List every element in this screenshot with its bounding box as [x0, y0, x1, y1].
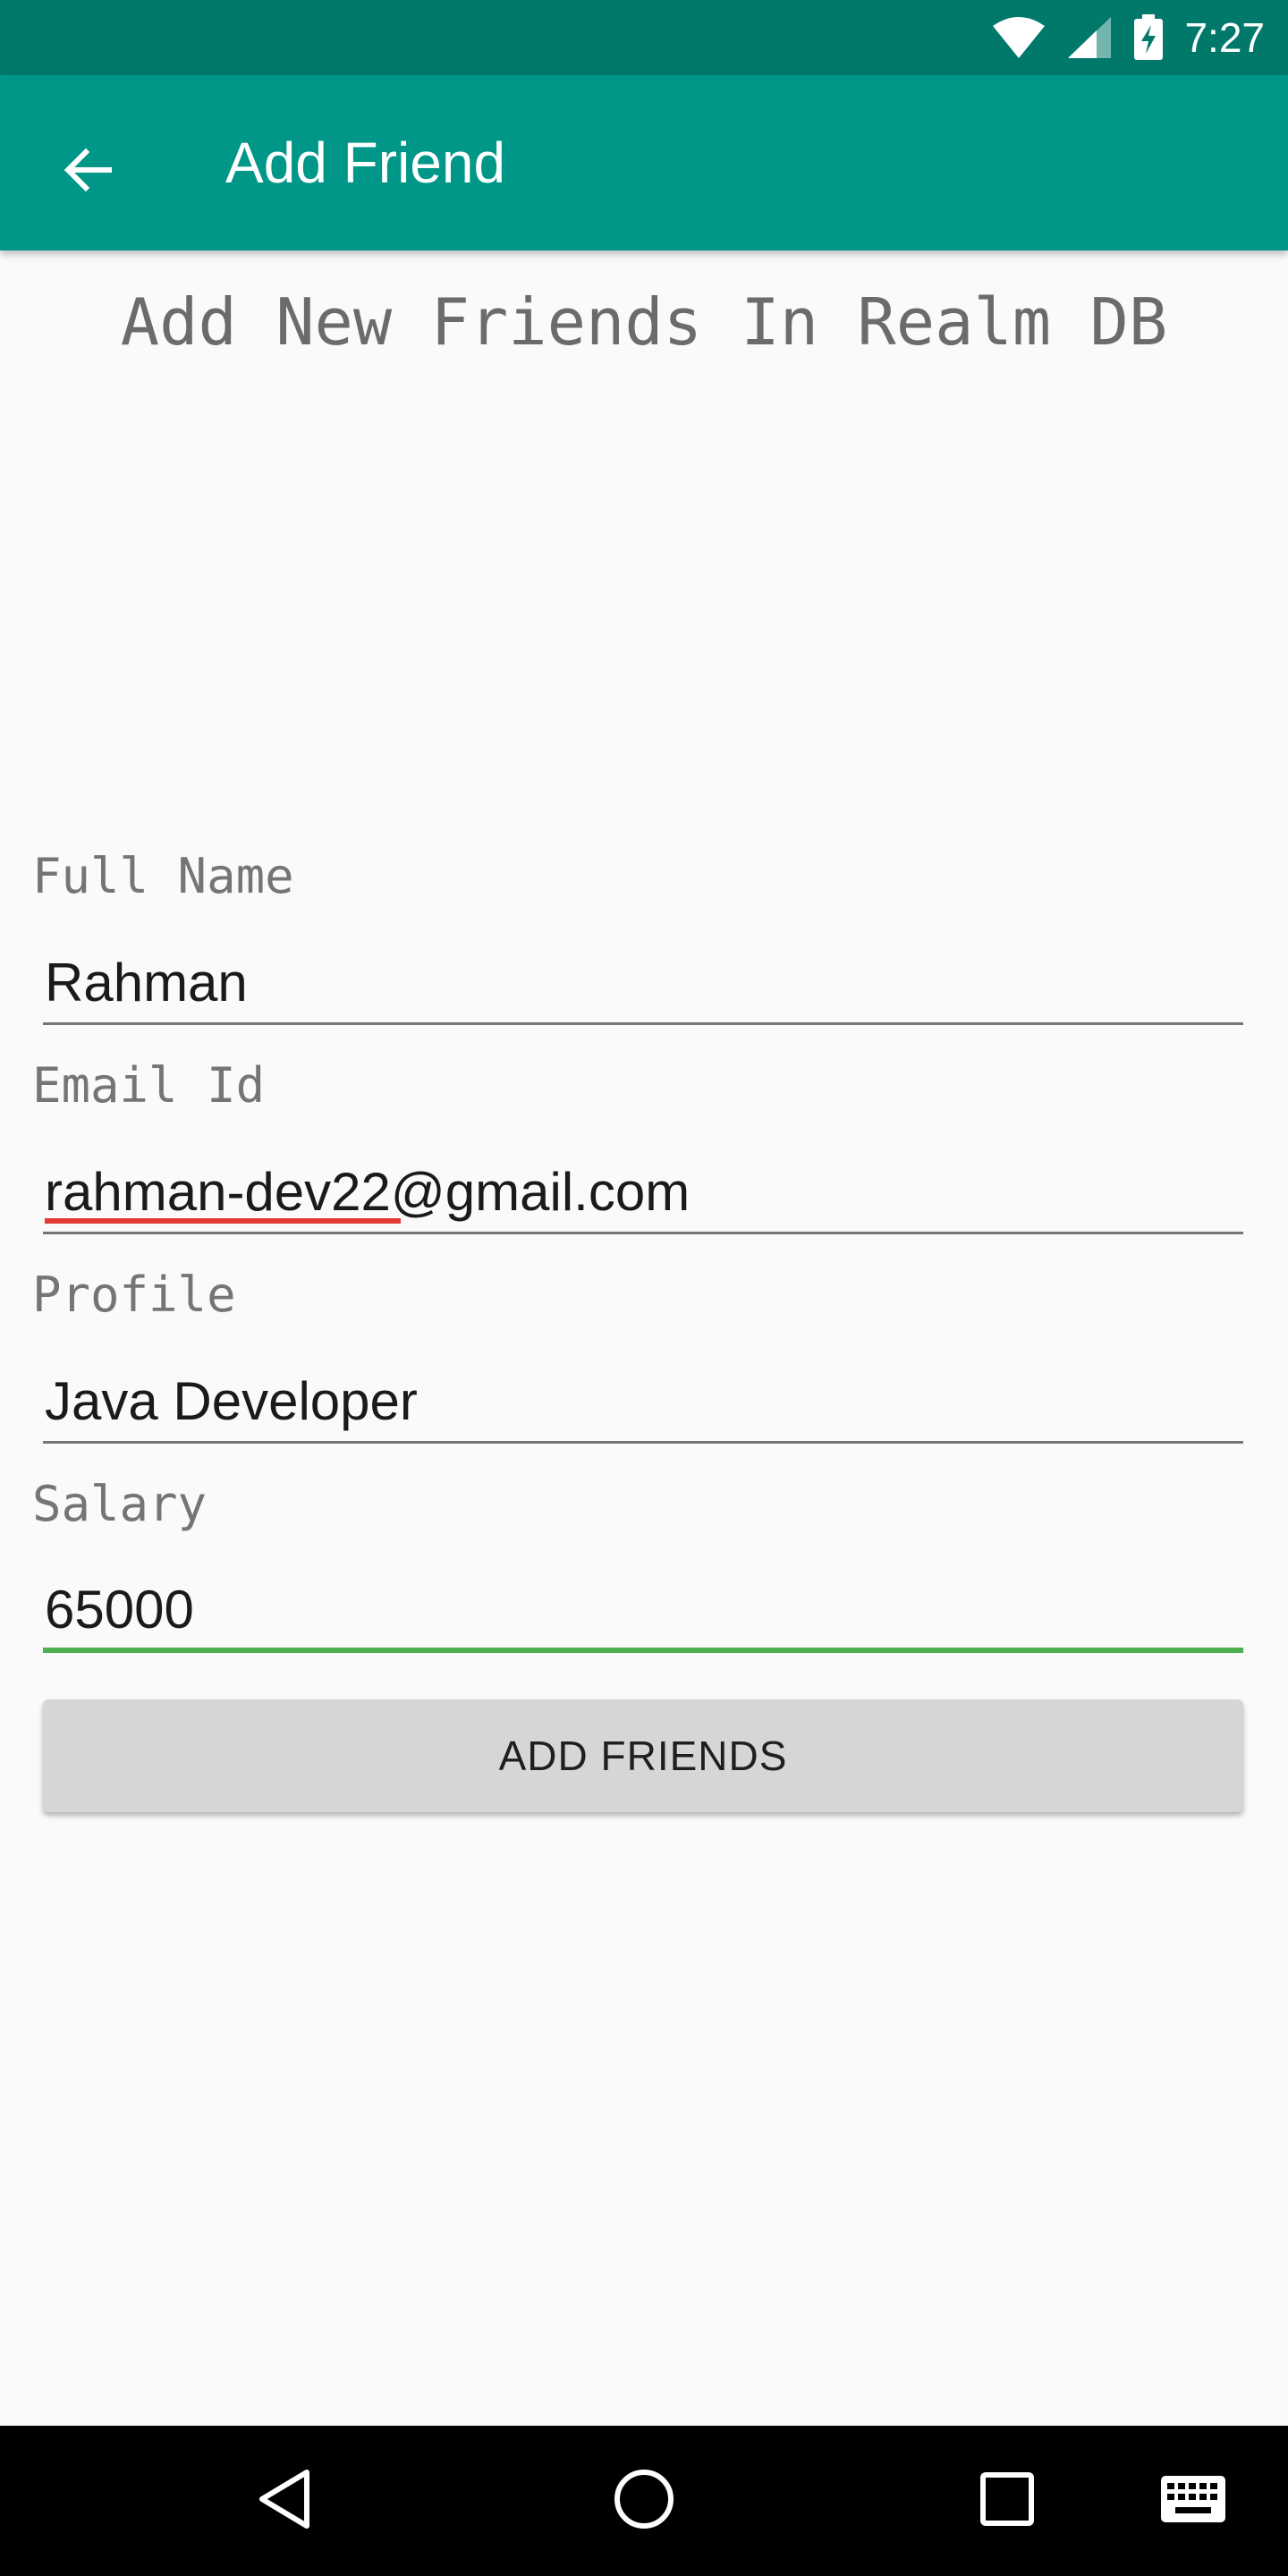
email-label: Email Id	[32, 1057, 266, 1114]
nav-recents-button[interactable]	[945, 2426, 1070, 2576]
wifi-icon	[991, 15, 1046, 60]
full-name-input[interactable]	[43, 943, 1243, 1025]
full-name-label: Full Name	[32, 848, 294, 904]
back-triangle-icon	[255, 2468, 314, 2535]
salary-input[interactable]	[43, 1571, 1243, 1653]
spellcheck-underline	[45, 1218, 401, 1224]
profile-input[interactable]	[43, 1361, 1243, 1444]
nav-back-button[interactable]	[222, 2426, 347, 2576]
status-time: 7:27	[1184, 14, 1265, 61]
keyboard-icon	[1161, 2475, 1225, 2527]
arrow-back-icon	[61, 143, 114, 201]
navigation-bar	[0, 2426, 1288, 2576]
nav-home-button[interactable]	[581, 2426, 707, 2576]
nav-keyboard-button[interactable]	[1131, 2426, 1256, 2576]
back-button[interactable]	[45, 129, 131, 215]
app-bar: Add Friend	[0, 75, 1288, 250]
salary-label: Salary	[32, 1476, 208, 1532]
status-bar: 7:27	[0, 0, 1288, 75]
page-heading: Add New Friends In Realm DB	[120, 284, 1168, 360]
profile-label: Profile	[32, 1267, 236, 1323]
recents-square-icon	[979, 2471, 1035, 2531]
cell-signal-icon	[1066, 15, 1113, 60]
add-friends-button[interactable]: ADD FRIENDS	[43, 1699, 1243, 1812]
battery-charging-icon	[1132, 14, 1165, 61]
home-circle-icon	[612, 2467, 676, 2536]
app-title: Add Friend	[225, 131, 506, 195]
